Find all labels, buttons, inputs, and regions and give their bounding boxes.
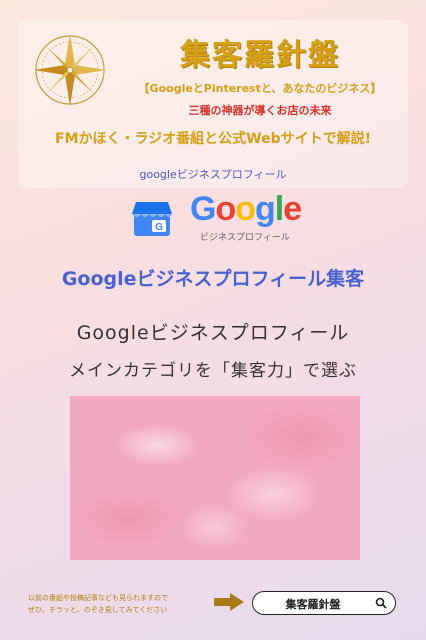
svg-text:G: G bbox=[155, 222, 163, 233]
store-icon: G bbox=[132, 202, 172, 236]
search-box-text: 集客羅針盤 bbox=[285, 598, 341, 611]
search-icon bbox=[375, 597, 387, 609]
brand-subtitle: 【GoogleとPinterestと、あなたのビジネス】 bbox=[138, 82, 382, 95]
brand-title: 集客羅針盤 bbox=[180, 38, 340, 73]
gbp-small-label: googleビジネスプロフィール bbox=[139, 168, 287, 181]
arrow-right-icon bbox=[214, 593, 244, 611]
cotton-candy-image bbox=[70, 396, 360, 560]
footer-note: 以前の番組や投稿記事なども見られますので ぜひ、チラッと、のぞき見してみてくださ… bbox=[28, 592, 208, 616]
google-wordmark: Google bbox=[190, 190, 302, 228]
main-title-line1: Googleビジネスプロフィール bbox=[76, 322, 350, 344]
footer-note-line2: ぜひ、チラッと、のぞき見してみてください bbox=[28, 606, 168, 614]
brand-tagline: 三種の神器が導くお店の未来 bbox=[188, 104, 332, 117]
google-business-profile-logo: G Google ビジネスプロフィール bbox=[130, 190, 310, 246]
gbp-logo-caption: ビジネスプロフィール bbox=[200, 233, 290, 243]
radio-explain-text: FMかほく・ラジオ番組と公式Webサイトで解説! bbox=[54, 131, 372, 147]
search-box[interactable]: 集客羅針盤 bbox=[252, 591, 396, 615]
compass-logo-icon bbox=[34, 34, 106, 106]
main-title-line2: メインカテゴリを「集客力」で選ぶ bbox=[69, 361, 357, 381]
footer-note-line1: 以前の番組や投稿記事なども見られますので bbox=[28, 594, 168, 602]
gbp-heading: Googleビジネスプロフィール集客 bbox=[61, 268, 365, 290]
